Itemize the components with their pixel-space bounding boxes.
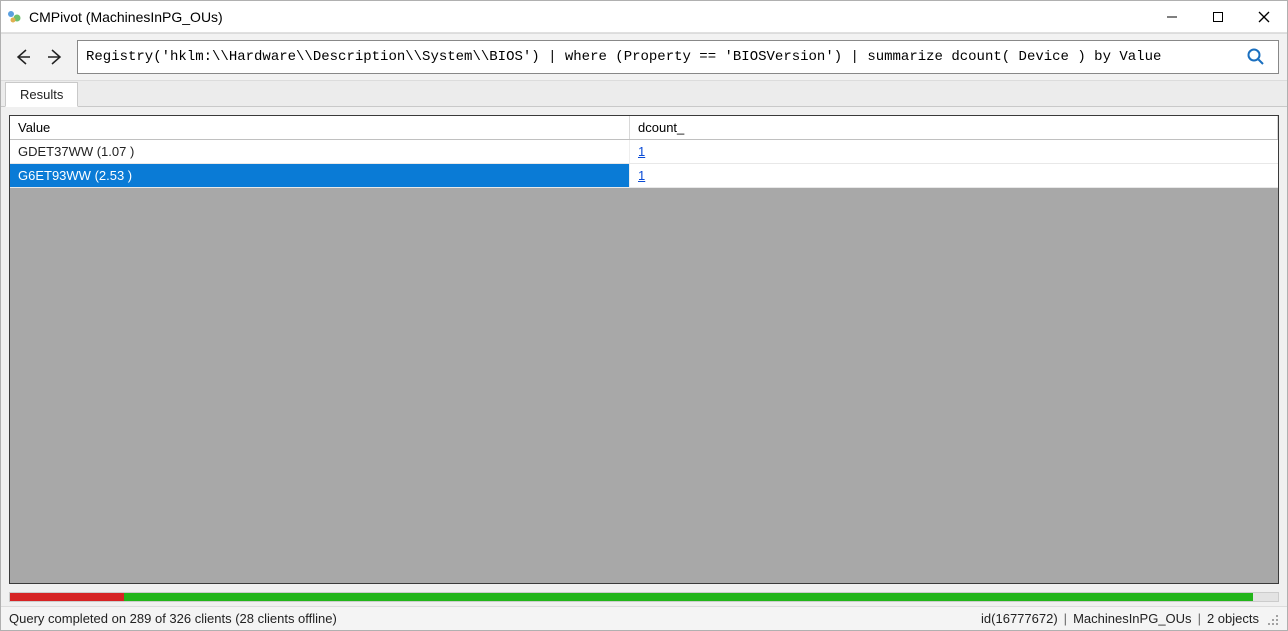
grid-header: Value dcount_ — [10, 116, 1278, 140]
table-row[interactable]: G6ET93WW (2.53 ) 1 — [10, 164, 1278, 188]
table-row[interactable]: GDET37WW (1.07 ) 1 — [10, 140, 1278, 164]
cell-value: G6ET93WW (2.53 ) — [10, 164, 630, 187]
tab-results[interactable]: Results — [5, 82, 78, 107]
results-grid: Value dcount_ GDET37WW (1.07 ) 1 G6ET93W… — [9, 115, 1279, 584]
statusbar: Query completed on 289 of 326 clients (2… — [1, 606, 1287, 630]
titlebar: CMPivot (MachinesInPG_OUs) — [1, 1, 1287, 33]
close-button[interactable] — [1241, 1, 1287, 32]
status-separator: | — [1058, 611, 1073, 626]
cell-value: GDET37WW (1.07 ) — [10, 140, 630, 163]
window-controls — [1149, 1, 1287, 32]
back-button[interactable] — [9, 39, 37, 75]
status-id: id(16777672) — [981, 611, 1058, 626]
grid-body[interactable]: GDET37WW (1.07 ) 1 G6ET93WW (2.53 ) 1 — [10, 140, 1278, 583]
query-input[interactable]: Registry('hklm:\\Hardware\\Description\\… — [77, 40, 1279, 74]
cell-dcount: 1 — [630, 140, 1278, 163]
window-title: CMPivot (MachinesInPG_OUs) — [29, 9, 1149, 25]
dcount-link[interactable]: 1 — [638, 144, 645, 159]
app-icon — [7, 9, 23, 25]
content-area: Value dcount_ GDET37WW (1.07 ) 1 G6ET93W… — [1, 107, 1287, 592]
minimize-button[interactable] — [1149, 1, 1195, 32]
status-message: Query completed on 289 of 326 clients (2… — [9, 611, 981, 626]
maximize-button[interactable] — [1195, 1, 1241, 32]
status-separator: | — [1192, 611, 1207, 626]
cell-dcount: 1 — [630, 164, 1278, 187]
run-query-button[interactable] — [1242, 43, 1270, 71]
toolbar: Registry('hklm:\\Hardware\\Description\\… — [1, 33, 1287, 81]
dcount-link[interactable]: 1 — [638, 168, 645, 183]
column-header-dcount[interactable]: dcount_ — [630, 116, 1278, 139]
progress-succeeded — [124, 593, 1253, 601]
status-objects: 2 objects — [1207, 611, 1259, 626]
forward-button[interactable] — [41, 39, 69, 75]
tabstrip: Results — [1, 81, 1287, 107]
progress-remaining — [1253, 593, 1278, 601]
column-header-value[interactable]: Value — [10, 116, 630, 139]
progress-failed — [10, 593, 124, 601]
status-collection: MachinesInPG_OUs — [1073, 611, 1192, 626]
progress-bar — [9, 592, 1279, 602]
query-text[interactable]: Registry('hklm:\\Hardware\\Description\\… — [86, 49, 1242, 65]
resize-grip-icon[interactable] — [1265, 612, 1279, 626]
